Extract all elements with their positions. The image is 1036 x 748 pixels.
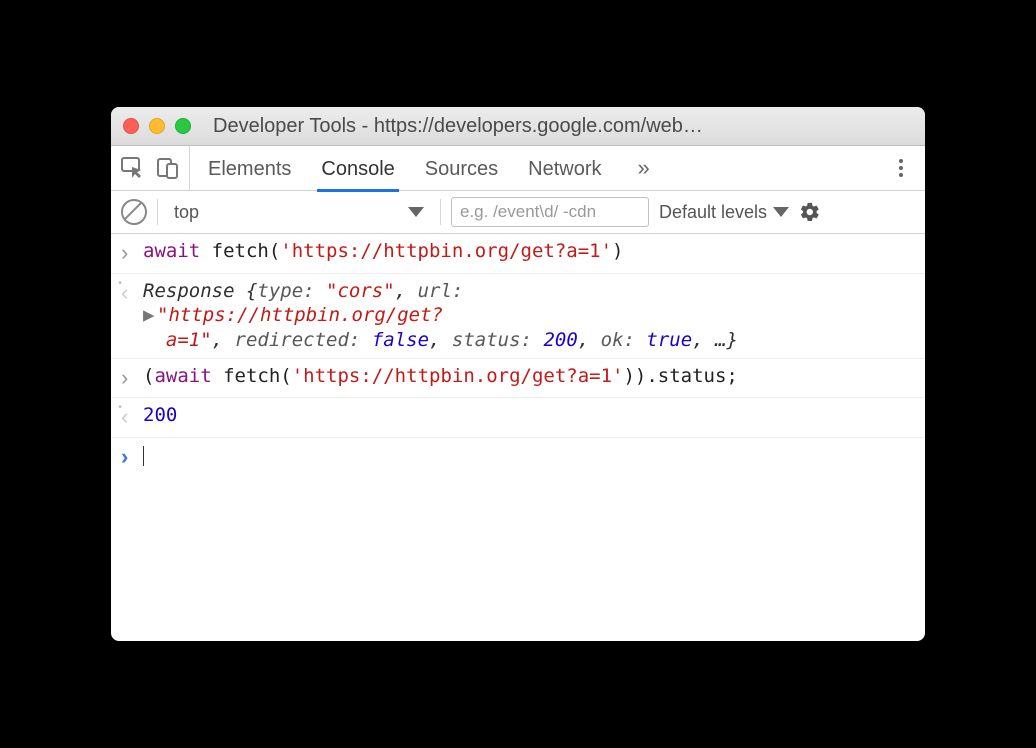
console-prompt-input[interactable] bbox=[143, 443, 915, 472]
filter-input[interactable]: e.g. /event\d/ -cdn bbox=[451, 197, 649, 227]
close-window-button[interactable] bbox=[123, 118, 139, 134]
console-result[interactable]: Response {type: "cors", url: ▶"https://h… bbox=[143, 279, 915, 353]
settings-menu-button[interactable] bbox=[887, 155, 915, 181]
tab-console[interactable]: Console bbox=[321, 145, 394, 191]
tab-network[interactable]: Network bbox=[528, 145, 601, 191]
input-chevron-icon bbox=[121, 364, 143, 393]
chevron-down-icon bbox=[408, 207, 424, 217]
panel-tabs: Elements Console Sources Network » bbox=[198, 146, 656, 190]
context-value: top bbox=[174, 202, 199, 223]
output-chevron-icon: • bbox=[121, 403, 143, 432]
console-input-row: (await fetch('https://httpbin.org/get?a=… bbox=[111, 359, 925, 399]
console-output-row: • Response {type: "cors", url: ▶"https:/… bbox=[111, 274, 925, 359]
console-result: 200 bbox=[143, 403, 915, 432]
devtools-window: Developer Tools - https://developers.goo… bbox=[111, 107, 925, 641]
maximize-window-button[interactable] bbox=[175, 118, 191, 134]
console-output: await fetch('https://httpbin.org/get?a=1… bbox=[111, 234, 925, 641]
separator bbox=[157, 199, 158, 225]
traffic-lights bbox=[123, 118, 191, 134]
console-command: (await fetch('https://httpbin.org/get?a=… bbox=[143, 364, 915, 393]
tab-bar: Elements Console Sources Network » bbox=[111, 146, 925, 191]
filter-placeholder: e.g. /event\d/ -cdn bbox=[460, 202, 596, 222]
device-toggle-icon[interactable] bbox=[157, 157, 179, 179]
prompt-chevron-icon bbox=[121, 443, 143, 472]
levels-label: Default levels bbox=[659, 202, 767, 223]
text-cursor bbox=[143, 446, 144, 466]
gear-icon[interactable] bbox=[799, 201, 821, 223]
titlebar: Developer Tools - https://developers.goo… bbox=[111, 107, 925, 146]
clear-console-icon[interactable] bbox=[121, 199, 147, 225]
minimize-window-button[interactable] bbox=[149, 118, 165, 134]
console-output-row: • 200 bbox=[111, 398, 925, 438]
console-prompt-row[interactable] bbox=[111, 438, 925, 477]
log-levels-selector[interactable]: Default levels bbox=[659, 202, 789, 223]
tab-sources[interactable]: Sources bbox=[425, 145, 498, 191]
expand-object-icon[interactable]: ▶ bbox=[143, 303, 157, 328]
context-selector[interactable]: top bbox=[168, 202, 430, 223]
input-chevron-icon bbox=[121, 239, 143, 268]
console-command: await fetch('https://httpbin.org/get?a=1… bbox=[143, 239, 915, 268]
console-toolbar: top e.g. /event\d/ -cdn Default levels bbox=[111, 191, 925, 234]
tool-icons bbox=[121, 146, 190, 190]
window-title: Developer Tools - https://developers.goo… bbox=[213, 115, 913, 138]
separator bbox=[440, 199, 441, 225]
inspect-element-icon[interactable] bbox=[121, 157, 145, 179]
more-tabs-button[interactable]: » bbox=[632, 155, 656, 181]
tab-elements[interactable]: Elements bbox=[208, 145, 291, 191]
output-chevron-icon: • bbox=[121, 279, 143, 353]
console-input-row: await fetch('https://httpbin.org/get?a=1… bbox=[111, 234, 925, 274]
chevron-down-icon bbox=[773, 207, 789, 217]
